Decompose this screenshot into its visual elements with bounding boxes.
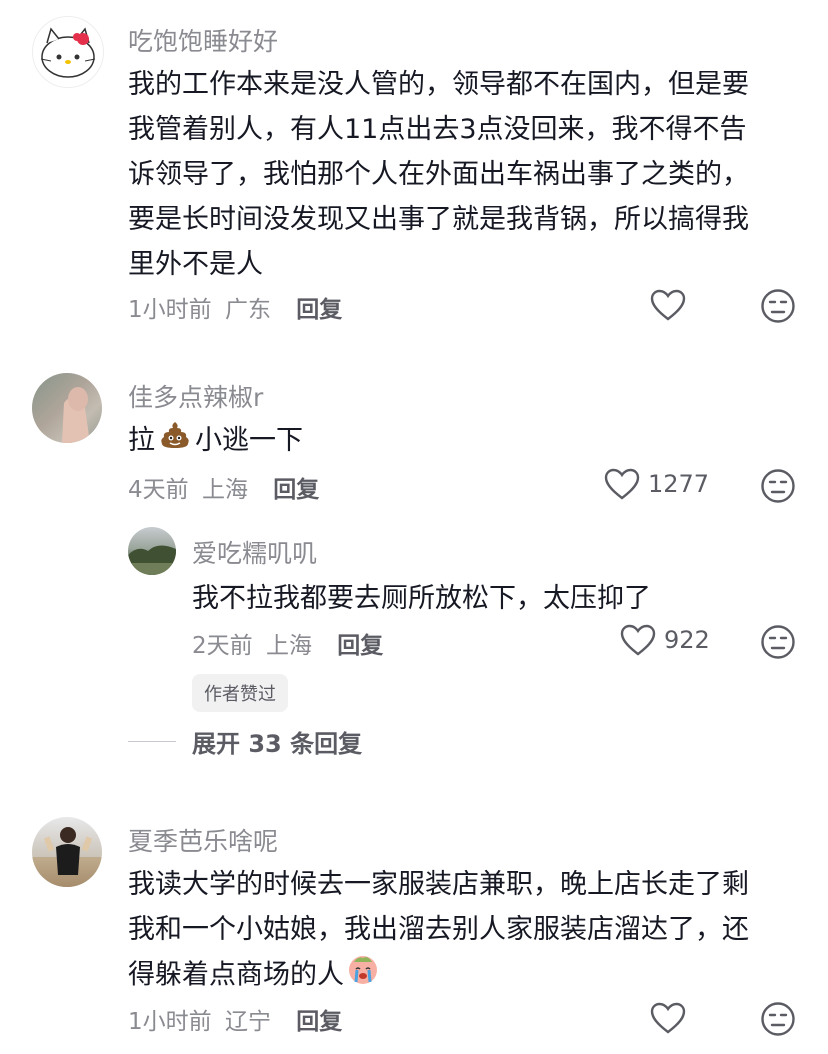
neutral-face-icon: [761, 469, 795, 503]
dislike-button[interactable]: [760, 624, 796, 664]
like-button[interactable]: [650, 1002, 686, 1034]
username[interactable]: 夏季芭乐啥呢: [128, 822, 278, 858]
comment-meta: 1小时前 辽宁 回复: [128, 1002, 342, 1036]
avatar-photo-icon: [128, 545, 176, 575]
heart-icon: [650, 289, 686, 321]
like-count: 1277: [648, 470, 710, 498]
reply-username[interactable]: 爱吃糯叽叽: [192, 534, 317, 570]
author-liked-badge: 作者赞过: [192, 674, 288, 712]
location: 上海: [201, 477, 248, 503]
comment-line: 我和一个小姑娘，我出溜去别人家服装店溜达了，还: [128, 914, 749, 945]
comment-meta: 1小时前 广东 回复: [128, 290, 342, 324]
location: 辽宁: [224, 1009, 271, 1035]
avatar[interactable]: [32, 373, 102, 443]
avatar-photo-icon: [32, 827, 102, 887]
location: 上海: [265, 633, 312, 659]
heart-icon: [604, 468, 640, 500]
neutral-face-icon: [761, 625, 795, 659]
reply-button[interactable]: 回复: [296, 1009, 342, 1035]
username[interactable]: 吃饱饱睡好好: [128, 22, 278, 58]
timestamp: 1小时前: [128, 1009, 212, 1035]
comment-line: 得躲着点商场的人: [128, 959, 344, 991]
avatar[interactable]: [32, 817, 102, 887]
crying-face-emoji-icon: [346, 952, 380, 1000]
comment-text: 我的工作本来是没人管的，领导都不在国内，但是要 我管着别人，有人11点出去3点没…: [128, 62, 749, 287]
poop-emoji-icon: [159, 419, 191, 465]
like-button[interactable]: [650, 289, 686, 321]
avatar[interactable]: [32, 16, 104, 88]
dislike-button[interactable]: [760, 1001, 796, 1041]
reply-meta: 2天前 上海 回复: [192, 626, 383, 660]
divider-line: [128, 741, 176, 742]
like-count: 922: [664, 626, 710, 654]
heart-icon: [620, 624, 656, 656]
reply-text: 我不拉我都要去厕所放松下，太压抑了: [192, 583, 651, 614]
username[interactable]: 佳多点辣椒r: [128, 378, 263, 414]
like-button[interactable]: 1277: [604, 468, 709, 500]
expand-replies-label: 展开 33 条回复: [192, 730, 363, 758]
dislike-button[interactable]: [760, 288, 796, 328]
like-button[interactable]: 922: [620, 624, 710, 656]
timestamp: 2天前: [192, 633, 253, 659]
comment-line: 我管着别人，有人11点出去3点没回来，我不得不告: [128, 114, 747, 145]
comment-text: 我读大学的时候去一家服装店兼职，晚上店长走了剩 我和一个小姑娘，我出溜去别人家服…: [128, 862, 749, 1000]
heart-icon: [650, 1002, 686, 1034]
hello-kitty-avatar-icon: [40, 27, 96, 78]
timestamp: 1小时前: [128, 297, 212, 323]
reply-button[interactable]: 回复: [337, 633, 383, 659]
avatar-photo-icon: [32, 373, 102, 443]
timestamp: 4天前: [128, 477, 189, 503]
comment-text-before: 拉: [128, 425, 155, 456]
comment-line: 里外不是人: [128, 249, 263, 280]
reply-avatar[interactable]: [128, 527, 176, 575]
location: 广东: [224, 297, 271, 323]
comment-line: 我读大学的时候去一家服装店兼职，晚上店长走了剩: [128, 869, 749, 900]
reply-button[interactable]: 回复: [273, 477, 319, 503]
comment-line-last: 得躲着点商场的人: [128, 952, 749, 1000]
comment-meta: 4天前 上海 回复: [128, 470, 319, 504]
comment-text: 拉 小逃一下: [128, 418, 303, 465]
comment-line: 我的工作本来是没人管的，领导都不在国内，但是要: [128, 69, 749, 100]
dislike-button[interactable]: [760, 468, 796, 508]
neutral-face-icon: [761, 289, 795, 323]
comment-line: 诉领导了，我怕那个人在外面出车祸出事了之类的，: [128, 159, 749, 190]
reply-button[interactable]: 回复: [296, 297, 342, 323]
expand-replies-button[interactable]: 展开 33 条回复: [128, 724, 362, 759]
neutral-face-icon: [761, 1002, 795, 1036]
comment-line: 要是长时间没发现又出事了就是我背锅，所以搞得我: [128, 204, 749, 235]
comment-text-after: 小逃一下: [195, 425, 303, 456]
